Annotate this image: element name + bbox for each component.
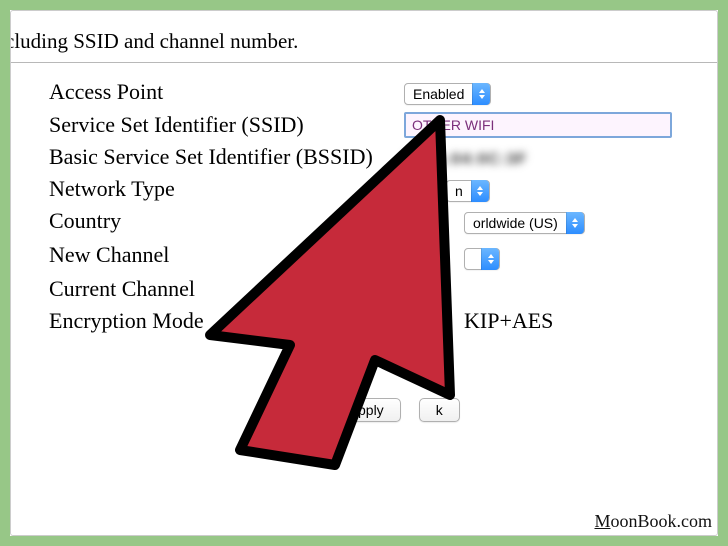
label-new-channel: New Channel [49,242,404,268]
encryption-mode-value: KIP+AES [464,308,553,333]
network-type-select[interactable]: n [446,180,490,202]
row-bssid: Basic Service Set Identifier (BSSID) 7:B… [11,144,717,170]
watermark-text: oonBook.com [611,511,713,531]
network-type-select-value: n [447,183,471,199]
chevron-updown-icon [566,212,584,234]
chevron-updown-icon [472,83,490,105]
label-country: Country [49,208,404,234]
label-ssid: Service Set Identifier (SSID) [49,112,404,138]
access-point-select[interactable]: Enabled [404,83,491,105]
settings-panel: cluding SSID and channel number. Access … [11,11,717,535]
access-point-select-value: Enabled [405,86,472,102]
row-network-type: Network Type n [11,176,717,202]
label-network-type: Network Type [49,176,404,202]
apply-button-label: pply [358,402,384,418]
ssid-input[interactable] [404,112,672,138]
row-encryption-mode: Encryption Mode KIP+AES [11,308,717,334]
country-select[interactable]: orldwide (US) [464,212,585,234]
chevron-updown-icon [471,180,489,202]
header-description-fragment: cluding SSID and channel number. [5,29,717,54]
watermark: MoonBook.com [594,511,712,532]
label-encryption-mode: Encryption Mode [49,308,404,334]
new-channel-select[interactable] [464,248,500,270]
row-ssid: Service Set Identifier (SSID) [11,111,717,138]
chevron-updown-icon [481,248,499,270]
label-current-channel: Current Channel [49,276,404,302]
bssid-value-blurred: 7:BA:04:0C:3F [404,151,527,168]
back-button[interactable]: k [419,398,460,422]
label-access-point: Access Point [49,79,404,105]
row-current-channel: Current Channel [11,276,717,302]
label-bssid: Basic Service Set Identifier (BSSID) [49,144,404,170]
section-divider [11,62,717,63]
apply-button[interactable]: pply [341,398,401,422]
row-new-channel: New Channel [11,240,717,270]
row-access-point: Access Point Enabled [11,79,717,105]
country-select-value: orldwide (US) [465,215,566,231]
button-row: pply k [11,398,717,422]
row-country: Country orldwide (US) [11,208,717,234]
back-button-label: k [436,402,443,418]
